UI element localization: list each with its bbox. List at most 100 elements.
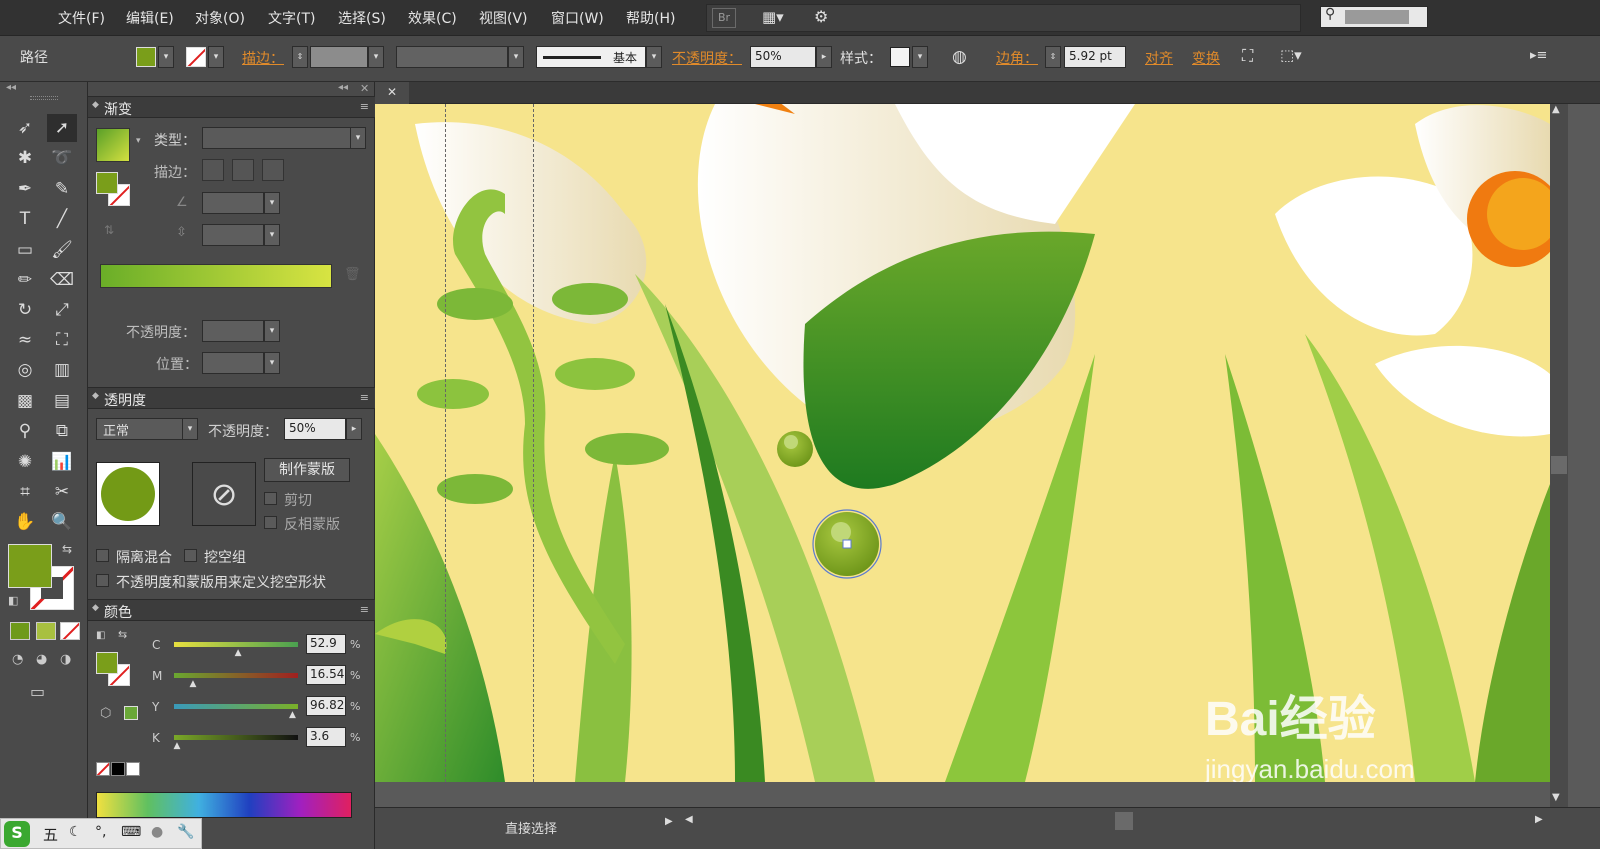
channel-k-field[interactable]: 3.6 [306, 727, 346, 747]
channel-k-slider[interactable] [174, 735, 298, 740]
channel-c-thumb[interactable]: ▲ [235, 648, 242, 658]
gradient-panel-header[interactable]: ◆ 渐变 ≡ [88, 96, 375, 118]
location-dropdown[interactable]: ▾ [264, 352, 280, 374]
default-fill-stroke-icon[interactable]: ◧ [96, 630, 105, 641]
vertical-scroll-thumb[interactable] [1551, 456, 1567, 474]
gradient-slider-bar[interactable] [100, 264, 332, 288]
fill-color-front[interactable] [8, 544, 52, 588]
clip-checkbox[interactable] [264, 492, 277, 505]
blend-tool-icon[interactable]: ⧉ [47, 417, 77, 445]
horizontal-scrollbar[interactable]: ◀ ▶ [675, 812, 1575, 830]
draw-normal-icon[interactable]: ◔ [12, 652, 23, 667]
variable-width-profile[interactable] [396, 46, 508, 68]
channel-m-slider[interactable] [174, 673, 298, 678]
channel-k-thumb[interactable]: ▲ [173, 741, 180, 751]
corner-radius-field[interactable]: 5.92 pt [1064, 46, 1126, 68]
menu-view[interactable]: 视图(V) [479, 8, 528, 28]
artboard[interactable]: Bai经验 jingyan.baidu.com [375, 104, 1550, 782]
type-tool-icon[interactable]: T [10, 205, 40, 233]
scale-tool-icon[interactable]: ⤢ [47, 296, 77, 324]
ime-punct-icon[interactable]: °, [95, 824, 106, 840]
channel-y-slider[interactable] [174, 704, 298, 709]
direct-selection-tool-icon[interactable]: ➚ [47, 114, 77, 142]
menu-window[interactable]: 窗口(W) [551, 8, 604, 28]
line-tool-icon[interactable]: ╱ [47, 205, 77, 233]
channel-y-field[interactable]: 96.82 [306, 696, 346, 716]
column-graph-tool-icon[interactable]: 📊 [47, 448, 77, 476]
gradient-menu-icon[interactable]: ≡ [360, 100, 369, 113]
fill-swatch[interactable] [136, 47, 156, 67]
isolate-blending-checkbox[interactable] [96, 549, 109, 562]
scroll-down-icon[interactable]: ▼ [1552, 792, 1560, 803]
screen-mode-icon[interactable]: ▭ [30, 682, 45, 701]
panel-menu-icon[interactable]: ▸≡ [1530, 48, 1547, 63]
channel-y-thumb[interactable]: ▲ [289, 710, 296, 720]
gradient-tool-icon[interactable]: ▤ [47, 387, 77, 415]
ime-user-icon[interactable]: ● [151, 824, 163, 840]
artboard-tool-icon[interactable]: ⌗ [10, 478, 40, 506]
gradient-type-dropdown[interactable]: ▾ [350, 127, 366, 149]
out-of-gamut-icon[interactable]: ⬡ [100, 706, 111, 721]
scroll-right-icon[interactable]: ▶ [1535, 814, 1543, 825]
shape-options-icon[interactable]: ⬚▾ [1280, 46, 1302, 64]
pen-tool-icon[interactable]: ✒ [10, 175, 40, 203]
blend-mode-select[interactable]: 正常 [96, 418, 190, 440]
stroke-weight-dropdown[interactable]: ▾ [368, 46, 384, 68]
transparency-opacity-arrow[interactable]: ▸ [346, 418, 362, 440]
gradient-opacity-field[interactable] [202, 320, 264, 342]
brush-dropdown[interactable]: ▾ [646, 46, 662, 68]
ime-logo-icon[interactable]: S [4, 821, 30, 847]
draw-inside-icon[interactable]: ◑ [60, 652, 71, 667]
collapse-icon[interactable]: ◂◂ [6, 82, 16, 93]
slice-tool-icon[interactable]: ✂ [47, 478, 77, 506]
lasso-tool-icon[interactable]: ➰ [47, 144, 77, 172]
stroke-along-icon[interactable] [232, 159, 254, 181]
color-mode-icon[interactable] [10, 622, 30, 640]
stroke-within-icon[interactable] [202, 159, 224, 181]
rotate-tool-icon[interactable]: ↻ [10, 296, 40, 324]
swap-colors-icon[interactable]: ⇆ [62, 542, 72, 556]
gradient-fill-swatch[interactable] [96, 172, 118, 194]
none-mode-icon[interactable] [60, 622, 80, 640]
mask-thumbnail-icon[interactable]: ⊘ [192, 462, 256, 526]
scroll-left-icon[interactable]: ◀ [685, 814, 693, 825]
swap-fill-stroke-icon[interactable]: ⇆ [118, 628, 127, 641]
channel-c-field[interactable]: 52.9 [306, 634, 346, 654]
hand-tool-icon[interactable]: ✋ [10, 508, 40, 536]
free-transform-tool-icon[interactable]: ⛶ [47, 326, 77, 354]
width-tool-icon[interactable]: ≈ [10, 326, 40, 354]
opacity-mask-knockout-checkbox[interactable] [96, 574, 109, 587]
scroll-up-icon[interactable]: ▲ [1552, 104, 1560, 115]
color-spectrum-bar[interactable] [96, 792, 352, 818]
vertical-scrollbar[interactable]: ▲ ▼ [1550, 104, 1568, 807]
workspace-layout-icon[interactable]: ▦▾ [762, 8, 796, 28]
grip[interactable] [30, 96, 58, 100]
color-panel-header[interactable]: ◆ 颜色 ≡ [88, 599, 375, 621]
symbol-sprayer-tool-icon[interactable]: ✺ [10, 448, 40, 476]
eyedropper-tool-icon[interactable]: ⚲ [10, 417, 40, 445]
style-dropdown[interactable]: ▾ [912, 46, 928, 68]
gradient-type-select[interactable] [202, 127, 352, 149]
status-menu-arrow[interactable]: ▶ [665, 816, 673, 827]
isolate-icon[interactable]: ⛶ [1242, 46, 1253, 66]
angle-field[interactable] [202, 192, 264, 214]
menu-type[interactable]: 文字(T) [268, 8, 315, 28]
fill-dropdown[interactable]: ▾ [158, 46, 174, 68]
dock-collapse-icon[interactable]: ◂◂ [338, 82, 348, 93]
dock-close-icon[interactable]: ✕ [360, 82, 369, 95]
channel-m-thumb[interactable]: ▲ [190, 679, 197, 689]
selection-tool-icon[interactable]: ➶ [10, 114, 40, 142]
invert-mask-checkbox[interactable] [264, 516, 277, 529]
delete-stop-icon[interactable]: 🗑 [344, 267, 361, 282]
object-thumbnail[interactable] [96, 462, 160, 526]
ime-moon-icon[interactable]: ☾ [69, 824, 82, 840]
menu-effect[interactable]: 效果(C) [408, 8, 457, 28]
black-swatch[interactable] [111, 762, 125, 776]
gradient-opacity-dropdown[interactable]: ▾ [264, 320, 280, 342]
panel-toggle-icon[interactable]: ◆ [92, 603, 99, 613]
transparency-opacity-field[interactable]: 50% [284, 418, 346, 440]
aspect-ratio-dropdown[interactable]: ▾ [264, 224, 280, 246]
perspective-grid-tool-icon[interactable]: ▥ [47, 356, 77, 384]
channel-c-slider[interactable] [174, 642, 298, 647]
reverse-gradient-icon[interactable]: ⇅ [104, 223, 114, 237]
